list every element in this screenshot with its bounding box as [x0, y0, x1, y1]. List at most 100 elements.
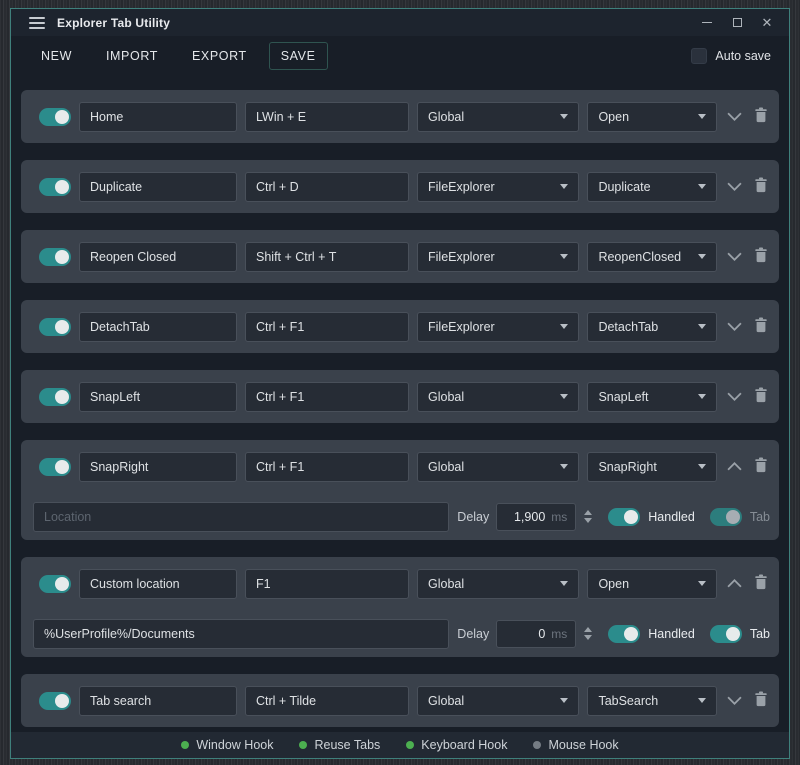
- action-select[interactable]: Open: [587, 569, 717, 599]
- action-value: TabSearch: [598, 694, 658, 708]
- action-value: Open: [598, 577, 629, 591]
- name-input[interactable]: [79, 242, 237, 272]
- tab-toggle[interactable]: [710, 508, 742, 526]
- name-input[interactable]: [79, 312, 237, 342]
- scope-value: Global: [428, 460, 464, 474]
- delete-button[interactable]: [752, 455, 770, 478]
- close-button[interactable]: ✕: [761, 17, 773, 29]
- export-button[interactable]: EXPORT: [180, 42, 259, 70]
- expand-collapse-button[interactable]: [725, 110, 744, 123]
- action-select[interactable]: SnapLeft: [587, 382, 717, 412]
- delete-button[interactable]: [752, 689, 770, 712]
- delete-button[interactable]: [752, 245, 770, 268]
- tab-toggle[interactable]: [710, 625, 742, 643]
- autosave-group: Auto save: [691, 48, 771, 64]
- name-input[interactable]: [79, 102, 237, 132]
- delay-field: ms: [496, 620, 576, 648]
- save-button[interactable]: SAVE: [269, 42, 328, 70]
- location-input[interactable]: [33, 502, 449, 532]
- expand-collapse-button[interactable]: [725, 180, 744, 193]
- hotkey-input[interactable]: [245, 686, 409, 716]
- hotkey-input[interactable]: [245, 172, 409, 202]
- action-select[interactable]: ReopenClosed: [587, 242, 717, 272]
- hotkey-input[interactable]: [245, 569, 409, 599]
- delay-label: Delay: [457, 627, 489, 641]
- tab-label: Tab: [750, 627, 770, 641]
- caret-down-icon: [698, 254, 706, 259]
- enable-toggle[interactable]: [39, 108, 71, 126]
- status-item: Reuse Tabs: [299, 738, 380, 752]
- scope-select[interactable]: Global: [417, 686, 579, 716]
- expand-collapse-button[interactable]: [725, 577, 744, 590]
- delete-button[interactable]: [752, 572, 770, 595]
- expand-collapse-button[interactable]: [725, 460, 744, 473]
- scope-select[interactable]: FileExplorer: [417, 172, 579, 202]
- scope-value: Global: [428, 694, 464, 708]
- scope-select[interactable]: FileExplorer: [417, 242, 579, 272]
- hotkey-input[interactable]: [245, 102, 409, 132]
- hamburger-menu-icon[interactable]: [29, 17, 45, 29]
- enable-toggle[interactable]: [39, 318, 71, 336]
- hotkey-input[interactable]: [245, 382, 409, 412]
- maximize-button[interactable]: [731, 17, 743, 29]
- scope-value: FileExplorer: [428, 250, 495, 264]
- caret-down-icon: [560, 581, 568, 586]
- expand-collapse-button[interactable]: [725, 694, 744, 707]
- scope-select[interactable]: FileExplorer: [417, 312, 579, 342]
- action-select[interactable]: DetachTab: [587, 312, 717, 342]
- name-input[interactable]: [79, 686, 237, 716]
- delete-button[interactable]: [752, 315, 770, 338]
- enable-toggle[interactable]: [39, 575, 71, 593]
- action-select[interactable]: Open: [587, 102, 717, 132]
- chevron-icon: [727, 322, 742, 331]
- enable-toggle[interactable]: [39, 248, 71, 266]
- name-input[interactable]: [79, 452, 237, 482]
- enable-toggle[interactable]: [39, 178, 71, 196]
- autosave-checkbox[interactable]: [691, 48, 707, 64]
- delay-unit-label: ms: [551, 627, 567, 641]
- name-input[interactable]: [79, 382, 237, 412]
- hotkey-input[interactable]: [245, 452, 409, 482]
- status-bar: Window Hook Reuse Tabs Keyboard Hook Mou…: [11, 732, 789, 758]
- handled-label: Handled: [648, 627, 695, 641]
- handled-toggle[interactable]: [608, 508, 640, 526]
- expand-collapse-button[interactable]: [725, 320, 744, 333]
- delete-button[interactable]: [752, 105, 770, 128]
- delete-button[interactable]: [752, 385, 770, 408]
- enable-toggle[interactable]: [39, 458, 71, 476]
- delay-spinner[interactable]: [583, 626, 593, 641]
- scope-select[interactable]: Global: [417, 102, 579, 132]
- name-input[interactable]: [79, 172, 237, 202]
- toggle-knob-icon: [624, 627, 638, 641]
- handled-toggle[interactable]: [608, 625, 640, 643]
- hotkey-row-main: Global Open: [39, 90, 770, 143]
- hotkey-row-main: FileExplorer DetachTab: [39, 300, 770, 353]
- delay-field: ms: [496, 503, 576, 531]
- hotkey-input[interactable]: [245, 312, 409, 342]
- scope-select[interactable]: Global: [417, 569, 579, 599]
- enable-toggle[interactable]: [39, 388, 71, 406]
- enable-toggle[interactable]: [39, 692, 71, 710]
- name-input[interactable]: [79, 569, 237, 599]
- new-button[interactable]: NEW: [29, 42, 84, 70]
- action-select[interactable]: TabSearch: [587, 686, 717, 716]
- status-item: Keyboard Hook: [406, 738, 507, 752]
- expand-collapse-button[interactable]: [725, 390, 744, 403]
- action-select[interactable]: Duplicate: [587, 172, 717, 202]
- location-input[interactable]: [33, 619, 449, 649]
- hotkey-row: FileExplorer Duplicate: [21, 160, 779, 213]
- delete-button[interactable]: [752, 175, 770, 198]
- delay-spinner[interactable]: [583, 509, 593, 524]
- import-button[interactable]: IMPORT: [94, 42, 170, 70]
- scope-select[interactable]: Global: [417, 452, 579, 482]
- delay-input[interactable]: [505, 627, 545, 641]
- toggle-knob-icon: [55, 180, 69, 194]
- minimize-button[interactable]: [701, 17, 713, 29]
- hotkey-input[interactable]: [245, 242, 409, 272]
- action-select[interactable]: SnapRight: [587, 452, 717, 482]
- caret-down-icon: [560, 464, 568, 469]
- handled-label: Handled: [648, 510, 695, 524]
- expand-collapse-button[interactable]: [725, 250, 744, 263]
- delay-input[interactable]: [505, 510, 545, 524]
- scope-select[interactable]: Global: [417, 382, 579, 412]
